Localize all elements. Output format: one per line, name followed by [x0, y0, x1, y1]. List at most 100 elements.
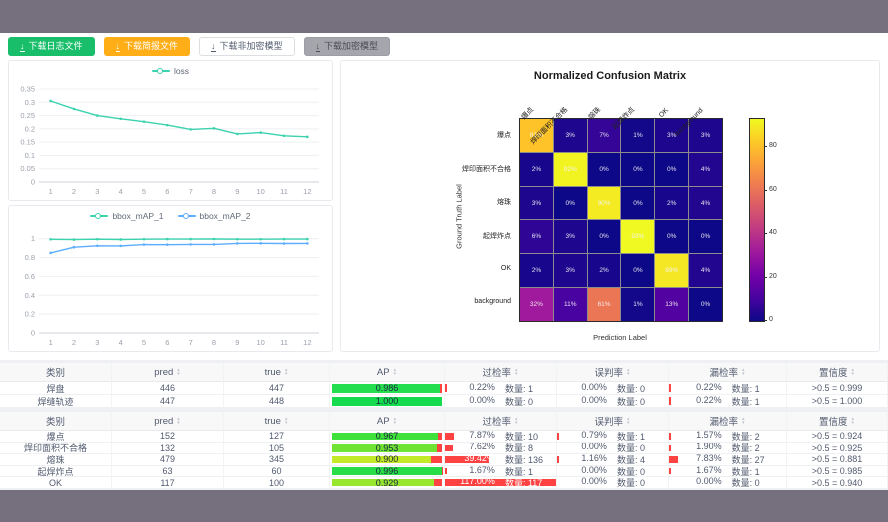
svg-text:11: 11 [280, 338, 288, 347]
svg-text:5: 5 [142, 338, 146, 347]
cell-miss-rate: 7.83%数量: 27 [669, 454, 787, 466]
cell-ap: 1.000 [330, 395, 445, 408]
sort-icon[interactable]: ▲▼ [851, 368, 855, 376]
col-header-误判率[interactable]: 误判率▲▼ [557, 412, 669, 431]
confusion-matrix-cell: 32% [520, 288, 553, 321]
confusion-matrix-cell: 2% [520, 153, 553, 186]
legend-item-loss[interactable]: loss [152, 66, 189, 76]
cell-true: 447 [224, 382, 330, 395]
cell-miss-rate: 1.57%数量: 2 [669, 431, 787, 443]
toolbar-button-download-plain-model[interactable]: ↓下载非加密模型 [199, 37, 295, 56]
cell-ap: 0.929 [330, 477, 445, 489]
defect-summary-table: 类别pred▲▼true▲▼AP▲▼过检率▲▼误判率▲▼漏检率▲▼置信度▲▼爆点… [0, 412, 888, 489]
confusion-matrix-title: Normalized Confusion Matrix [341, 70, 879, 82]
svg-text:5: 5 [142, 187, 146, 196]
confusion-matrix-cell: 4% [689, 153, 722, 186]
cell-false-rate: 0.00%数量: 0 [557, 395, 669, 408]
confusion-matrix-cell: 0% [588, 153, 621, 186]
confusion-matrix-cell: 89% [655, 254, 688, 287]
col-header-置信度[interactable]: 置信度▲▼ [787, 363, 888, 382]
col-header-AP[interactable]: AP▲▼ [330, 412, 445, 431]
loss-chart-legend: loss [9, 66, 332, 76]
confusion-matrix-cell: 3% [554, 119, 587, 152]
colorbar [749, 118, 765, 322]
col-header-AP[interactable]: AP▲▼ [330, 363, 445, 382]
col-header-pred[interactable]: pred▲▼ [112, 412, 224, 431]
toolbar-button-download-log-file[interactable]: ↓下载日志文件 [8, 37, 95, 56]
legend-item-bbox_mAP_1[interactable]: bbox_mAP_1 [90, 211, 163, 221]
sort-icon[interactable]: ▲▼ [176, 368, 180, 376]
confusion-matrix-cell: 61% [588, 288, 621, 321]
toolbar-button-download-brief-file[interactable]: ↓下载简报文件 [104, 37, 191, 56]
col-header-过检率[interactable]: 过检率▲▼ [445, 412, 557, 431]
svg-text:12: 12 [303, 187, 311, 196]
svg-text:6: 6 [165, 338, 169, 347]
cell-over-rate: 7.62%数量: 8 [445, 443, 557, 455]
svg-text:0.8: 0.8 [25, 253, 35, 262]
confusion-matrix-cell: 1% [621, 119, 654, 152]
svg-text:2: 2 [72, 338, 76, 347]
svg-text:0.1: 0.1 [25, 151, 35, 160]
sort-icon[interactable]: ▲▼ [393, 417, 397, 425]
table-row: 熔珠4793450.90039.42%数量: 1361.16%数量: 47.83… [0, 454, 888, 466]
cell-pred: 479 [112, 454, 224, 466]
sort-icon[interactable]: ▲▼ [741, 368, 745, 376]
cm-row-label: background [391, 298, 511, 305]
svg-text:0: 0 [31, 178, 35, 187]
cell-confidence: >0.5 = 0.940 [787, 477, 888, 489]
cell-class: 熔珠 [0, 454, 112, 466]
cell-over-rate: 0.00%数量: 0 [445, 395, 557, 408]
confusion-matrix-cell: 0% [621, 254, 654, 287]
sort-icon[interactable]: ▲▼ [284, 368, 288, 376]
sort-icon[interactable]: ▲▼ [176, 417, 180, 425]
cell-true: 345 [224, 454, 330, 466]
confusion-matrix-cell: 92% [554, 153, 587, 186]
confusion-matrix-cell: 0% [655, 220, 688, 253]
sort-icon[interactable]: ▲▼ [741, 417, 745, 425]
confusion-matrix-cell: 4% [689, 187, 722, 220]
confusion-matrix-grid: 81%3%7%1%3%3%2%92%0%0%0%4%3%0%90%0%2%4%6… [519, 118, 723, 322]
cell-class: OK [0, 477, 112, 489]
svg-text:2: 2 [72, 187, 76, 196]
legend-label: bbox_mAP_2 [200, 211, 251, 221]
cm-row-label: 熔珠 [391, 197, 511, 207]
svg-text:12: 12 [303, 338, 311, 347]
button-label: 下载简报文件 [124, 42, 178, 51]
sort-icon[interactable]: ▲▼ [393, 368, 397, 376]
button-label: 下载非加密模型 [220, 42, 283, 51]
cell-over-rate: 7.87%数量: 10 [445, 431, 557, 443]
sort-icon[interactable]: ▲▼ [851, 417, 855, 425]
loss-chart-card: loss00.050.10.150.20.250.30.351234567891… [8, 60, 333, 201]
cm-row-label: 起焊炸点 [391, 231, 511, 241]
cell-miss-rate: 0.00%数量: 0 [669, 477, 787, 489]
confusion-matrix-cell: 0% [621, 187, 654, 220]
svg-text:4: 4 [119, 187, 123, 196]
sort-icon[interactable]: ▲▼ [626, 417, 630, 425]
cell-false-rate: 0.00%数量: 0 [557, 477, 669, 489]
col-header-漏检率[interactable]: 漏检率▲▼ [669, 363, 787, 382]
svg-text:0.35: 0.35 [20, 85, 35, 94]
col-header-漏检率[interactable]: 漏检率▲▼ [669, 412, 787, 431]
sort-icon[interactable]: ▲▼ [514, 368, 518, 376]
col-header-true[interactable]: true▲▼ [224, 412, 330, 431]
sort-icon[interactable]: ▲▼ [284, 417, 288, 425]
col-header-误判率[interactable]: 误判率▲▼ [557, 363, 669, 382]
cell-confidence: >0.5 = 1.000 [787, 395, 888, 408]
svg-text:9: 9 [235, 187, 239, 196]
cell-pred: 152 [112, 431, 224, 443]
confusion-matrix-cell: 4% [689, 254, 722, 287]
legend-item-bbox_mAP_2[interactable]: bbox_mAP_2 [178, 211, 251, 221]
cell-over-rate: 0.22%数量: 1 [445, 382, 557, 395]
col-header-过检率[interactable]: 过检率▲▼ [445, 363, 557, 382]
svg-text:0.25: 0.25 [20, 111, 35, 120]
col-header-pred[interactable]: pred▲▼ [112, 363, 224, 382]
svg-text:8: 8 [212, 338, 216, 347]
col-header-true[interactable]: true▲▼ [224, 363, 330, 382]
sort-icon[interactable]: ▲▼ [626, 368, 630, 376]
cell-class: 起焊炸点 [0, 466, 112, 478]
svg-text:0.2: 0.2 [25, 124, 35, 133]
confusion-matrix-cell: 11% [554, 288, 587, 321]
sort-icon[interactable]: ▲▼ [514, 417, 518, 425]
toolbar-button-download-encrypted-model[interactable]: ↓下载加密模型 [304, 37, 391, 56]
col-header-置信度[interactable]: 置信度▲▼ [787, 412, 888, 431]
